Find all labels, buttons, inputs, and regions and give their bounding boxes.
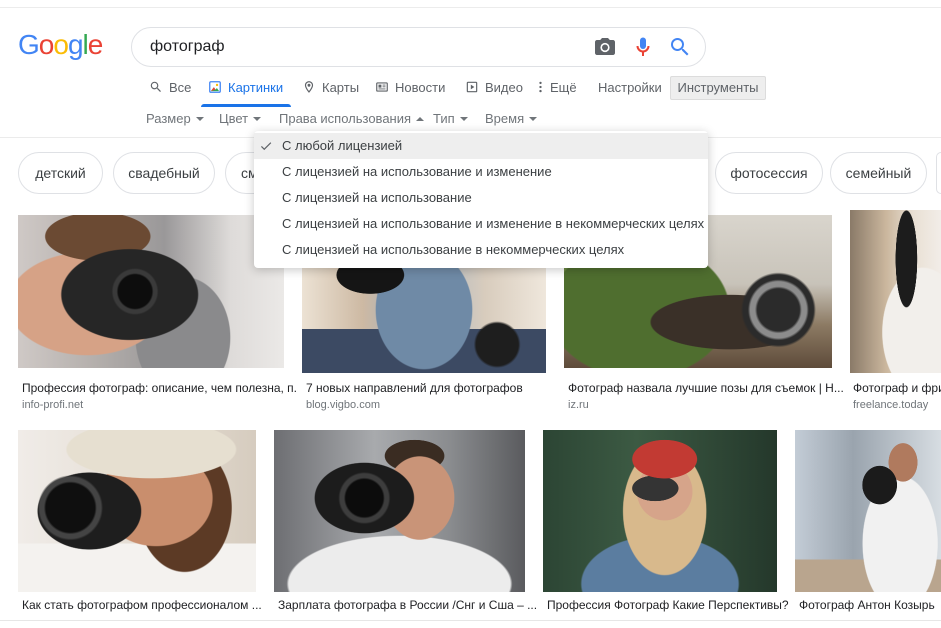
filter-size[interactable]: Размер xyxy=(146,111,204,127)
google-images-page: Google фотограф Все Картинки Карты Новос… xyxy=(0,0,941,628)
logo-letter: e xyxy=(87,29,104,60)
search-box[interactable]: фотограф xyxy=(131,27,706,67)
menu-item-license-use-modify-noncommercial[interactable]: С лицензией на использование и изменение… xyxy=(254,211,708,237)
filter-label: Цвет xyxy=(219,111,249,126)
tab-more[interactable]: Ещё xyxy=(538,77,577,97)
related-chip[interactable]: свадебный xyxy=(113,152,215,194)
logo-letter: G xyxy=(18,29,40,60)
check-icon xyxy=(259,139,273,153)
menu-item-license-use[interactable]: С лицензией на использование xyxy=(254,185,708,211)
tab-images[interactable]: Картинки xyxy=(208,77,283,97)
result-thumbnail[interactable] xyxy=(543,430,777,592)
tab-news[interactable]: Новости xyxy=(375,77,445,97)
menu-item-label: С любой лицензией xyxy=(282,138,403,153)
active-tab-indicator xyxy=(201,104,291,107)
menu-item-license-use-noncommercial[interactable]: С лицензией на использование в некоммерч… xyxy=(254,237,708,263)
result-source: info-profi.net xyxy=(22,399,84,411)
google-logo[interactable]: Google xyxy=(18,26,104,64)
filter-type[interactable]: Тип xyxy=(433,111,468,127)
mic-icon[interactable] xyxy=(631,35,655,59)
logo-letter: o xyxy=(53,29,69,60)
tab-all[interactable]: Все xyxy=(149,77,191,97)
camera-icon[interactable] xyxy=(593,35,617,59)
tab-label: Все xyxy=(169,79,192,95)
more-vert-icon xyxy=(538,80,544,94)
caret-down-icon xyxy=(529,117,538,121)
menu-item-license-use-modify[interactable]: С лицензией на использование и изменение xyxy=(254,159,708,185)
menu-item-any-license[interactable]: С любой лицензией xyxy=(254,133,708,159)
menu-item-label: С лицензией на использование xyxy=(282,190,472,205)
caret-down-icon xyxy=(195,117,204,121)
result-thumbnail[interactable] xyxy=(795,430,941,592)
result-title[interactable]: Фотограф Антон Козырь xyxy=(799,598,941,613)
result-title[interactable]: Профессия Фотограф Какие Перспективы? xyxy=(547,598,791,613)
menu-item-label: С лицензией на использование в некоммерч… xyxy=(282,242,625,257)
related-chip[interactable]: фотосессия xyxy=(715,152,823,194)
search-icon[interactable] xyxy=(668,35,692,59)
result-source: blog.vigbo.com xyxy=(306,399,380,411)
top-border xyxy=(0,7,941,8)
result-title[interactable]: Как стать фотографом профессионалом ... xyxy=(22,598,272,613)
result-title[interactable]: 7 новых направлений для фотографов xyxy=(306,381,560,396)
filter-label: Права использования xyxy=(279,111,412,126)
result-thumbnail[interactable] xyxy=(274,430,525,592)
menu-item-label: С лицензией на использование и изменение… xyxy=(282,216,705,231)
result-thumbnail[interactable] xyxy=(850,210,941,373)
tab-label: Карты xyxy=(322,79,360,95)
menu-item-label: С лицензией на использование и изменение xyxy=(282,164,552,179)
related-chip-partial[interactable] xyxy=(936,152,941,194)
logo-letter: g xyxy=(67,29,84,60)
result-source: iz.ru xyxy=(568,399,589,411)
tools-button[interactable]: Инструменты xyxy=(670,76,766,100)
logo-letter: o xyxy=(38,29,55,60)
related-chip[interactable]: детский xyxy=(18,152,103,194)
filter-label: Тип xyxy=(433,111,455,126)
result-title[interactable]: Фотограф и фрил xyxy=(853,381,941,396)
image-icon xyxy=(208,80,222,94)
tab-label: Картинки xyxy=(228,79,284,95)
result-title[interactable]: Фотограф назвала лучшие позы для съемок … xyxy=(568,381,846,396)
result-thumbnail[interactable] xyxy=(18,430,256,592)
result-title[interactable]: Профессия фотограф: описание, чем полезн… xyxy=(22,381,298,396)
filter-usage-rights[interactable]: Права использования xyxy=(279,111,425,127)
result-source: freelance.today xyxy=(853,399,929,411)
result-title[interactable]: Зарплата фотографа в России /Снг и Сша –… xyxy=(278,598,541,613)
filter-label: Время xyxy=(485,111,525,126)
result-thumbnail[interactable] xyxy=(18,215,284,368)
caret-down-icon xyxy=(253,117,262,121)
search-icon xyxy=(149,80,163,94)
filter-time[interactable]: Время xyxy=(485,111,538,127)
search-input[interactable]: фотограф xyxy=(150,28,225,66)
tab-maps[interactable]: Карты xyxy=(302,77,359,97)
news-icon xyxy=(375,80,389,94)
tab-label: Ещё xyxy=(550,79,577,95)
bottom-divider xyxy=(0,620,941,621)
filter-label: Размер xyxy=(146,111,191,126)
caret-down-icon xyxy=(459,117,468,121)
usage-rights-menu: С любой лицензией С лицензией на использ… xyxy=(254,131,708,268)
filter-color[interactable]: Цвет xyxy=(219,111,262,127)
tab-label: Видео xyxy=(485,79,523,95)
map-pin-icon xyxy=(302,80,316,94)
related-chip[interactable]: семейный xyxy=(830,152,927,194)
video-icon xyxy=(465,80,479,94)
settings-link[interactable]: Настройки xyxy=(598,77,662,97)
tab-video[interactable]: Видео xyxy=(465,77,523,97)
tab-label: Новости xyxy=(395,79,446,95)
caret-up-icon xyxy=(416,117,425,121)
